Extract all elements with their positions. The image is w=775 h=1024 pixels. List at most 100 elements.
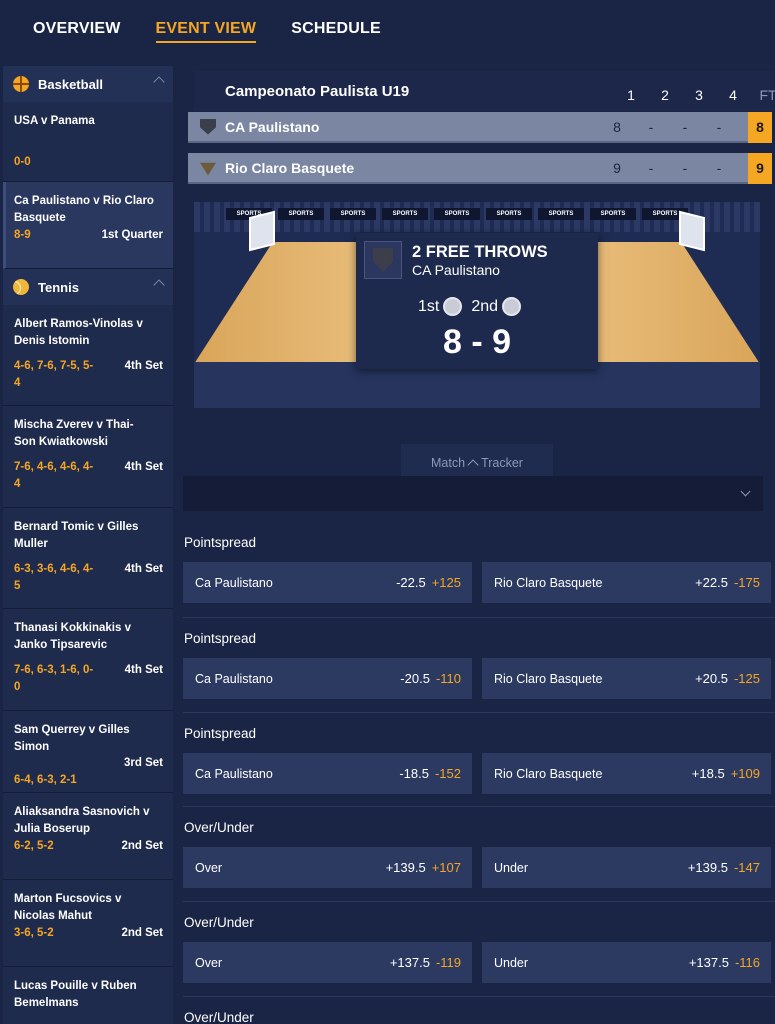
- sidebar-event[interactable]: Ca Paulistano v Rio Claro Basquete 8-9 1…: [3, 182, 173, 269]
- scoreboard: Campeonato Paulista U19 1 2 3 4 FT CA Pa…: [188, 71, 775, 184]
- event-score: 7-6, 6-3, 1-6, 0-0: [14, 664, 94, 693]
- top-nav: OVERVIEW EVENT VIEW SCHEDULE: [0, 0, 775, 60]
- bet-odds: -147: [733, 860, 760, 875]
- basketball-icon: [13, 76, 29, 92]
- court-floor-left: [194, 242, 369, 364]
- market-title: Pointspread: [184, 726, 257, 741]
- team-crest-icon: [200, 118, 216, 135]
- period-columns: 1 2 3 4 FT: [614, 87, 775, 103]
- bet-button[interactable]: Ca Paulistano -18.5 -152: [183, 753, 472, 794]
- market-select-dropdown[interactable]: [183, 476, 763, 511]
- half-label: 1st: [418, 297, 440, 315]
- bet-odds: -125: [733, 671, 760, 686]
- bet-button[interactable]: Over +137.5 -119: [183, 942, 472, 983]
- bet-odds: +107: [431, 860, 461, 875]
- sport-header-tennis[interactable]: Tennis: [3, 269, 173, 305]
- sidebar-event[interactable]: Sam Querrey v Gilles Simon 6-4, 6-3, 2-1…: [3, 711, 173, 793]
- bet-label: Ca Paulistano: [195, 766, 273, 781]
- quarter-score: -: [716, 119, 722, 135]
- sponsor-banner: SPORTS: [278, 208, 324, 220]
- tracker-label: Tracker: [481, 456, 523, 470]
- bet-button[interactable]: Ca Paulistano -20.5 -110: [183, 658, 472, 699]
- market: Over/Under Over +137.5 -119 Under +137.5…: [183, 901, 775, 996]
- team-crest-icon: [200, 162, 216, 176]
- bet-line: +22.5: [695, 575, 728, 590]
- sport-header-basketball[interactable]: Basketball: [3, 66, 173, 102]
- bet-button[interactable]: Rio Claro Basquete +18.5 +109: [482, 753, 771, 794]
- bet-button[interactable]: Under +139.5 -147: [482, 847, 771, 888]
- market: Pointspread Ca Paulistano -22.5 +125 Rio…: [183, 522, 775, 617]
- bet-label: Under: [494, 955, 529, 970]
- market: Over/Under Over +139.5 +107 Under +139.5…: [183, 806, 775, 901]
- bet-line: +139.5: [687, 860, 728, 875]
- league-title: Campeonato Paulista U19: [225, 82, 410, 100]
- sidebar-event[interactable]: Thanasi Kokkinakis v Janko Tipsarevic 7-…: [3, 609, 173, 711]
- bet-line: -22.5: [396, 575, 426, 590]
- tab-event-view[interactable]: EVENT VIEW: [155, 0, 257, 46]
- event-score: 6-3, 3-6, 4-6, 4-5: [14, 563, 94, 592]
- column-label: 2: [661, 87, 669, 103]
- sidebar-event[interactable]: Mischa Zverev v Thai-Son Kwiatkowski 7-6…: [3, 406, 173, 508]
- quarter-score: -: [682, 119, 688, 135]
- event-period: 4th Set: [124, 360, 163, 372]
- tab-overview[interactable]: OVERVIEW: [33, 0, 121, 46]
- bet-line: +137.5: [389, 955, 430, 970]
- tracker-label: Match: [431, 456, 466, 470]
- sponsor-banner: SPORTS: [434, 208, 480, 220]
- event-name: Bernard Tomic v Gilles Muller: [14, 521, 139, 550]
- event-period: 4th Set: [124, 461, 163, 473]
- backboard-left-icon: [249, 210, 275, 252]
- sidebar-event[interactable]: Bernard Tomic v Gilles Muller 6-3, 3-6, …: [3, 508, 173, 609]
- bet-label: Rio Claro Basquete: [494, 671, 603, 686]
- market-title: Pointspread: [184, 631, 257, 646]
- bet-odds: -119: [435, 955, 461, 970]
- bet-button[interactable]: Under +137.5 -116: [482, 942, 771, 983]
- match-tracker-toggle[interactable]: Match Tracker: [401, 444, 553, 476]
- market-title: Pointspread: [184, 535, 257, 550]
- sidebar-event[interactable]: Marton Fucsovics v Nicolas Mahut 3-6, 5-…: [3, 880, 173, 967]
- chevron-up-icon[interactable]: [153, 76, 165, 88]
- sponsor-banner: SPORTS: [330, 208, 376, 220]
- bet-line: +20.5: [695, 671, 728, 686]
- event-period: 3rd Set: [124, 757, 163, 769]
- bet-button[interactable]: Rio Claro Basquete +22.5 -175: [482, 562, 771, 603]
- final-score: 8: [748, 112, 772, 143]
- bet-line: +137.5: [688, 955, 729, 970]
- bet-button[interactable]: Rio Claro Basquete +20.5 -125: [482, 658, 771, 699]
- column-label: FT: [759, 87, 775, 103]
- live-event-panel: 2 FREE THROWS CA Paulistano 1st 2nd 8 - …: [356, 233, 598, 369]
- backboard-right-icon: [679, 210, 705, 252]
- column-label: 1: [627, 87, 635, 103]
- chevron-up-icon[interactable]: [153, 279, 165, 291]
- column-label: 3: [695, 87, 703, 103]
- sponsor-banner: SPORTS: [486, 208, 532, 220]
- final-score: 9: [748, 153, 772, 184]
- bet-label: Over: [195, 955, 223, 970]
- event-name: Albert Ramos-Vinolas v Denis Istomin: [14, 318, 143, 347]
- bet-odds: -116: [734, 955, 760, 970]
- event-name: Marton Fucsovics v Nicolas Mahut: [14, 893, 122, 922]
- sidebar-event[interactable]: Aliaksandra Sasnovich v Julia Boserup 6-…: [3, 793, 173, 880]
- event-score: 0-0: [14, 156, 31, 168]
- bet-odds: -110: [435, 671, 461, 686]
- tennis-ball-icon: [13, 279, 29, 295]
- sidebar-event[interactable]: Albert Ramos-Vinolas v Denis Istomin 4-6…: [3, 305, 173, 406]
- live-score: 8 - 9: [442, 323, 512, 361]
- chevron-up-icon: [467, 459, 479, 471]
- bet-button[interactable]: Over +139.5 +107: [183, 847, 472, 888]
- bet-label: Rio Claro Basquete: [494, 766, 603, 781]
- sidebar: Basketball USA v Panama 0-0 Ca Paulistan…: [3, 66, 173, 1024]
- bet-label: Under: [494, 860, 529, 875]
- bet-label: Rio Claro Basquete: [494, 575, 603, 590]
- team-name: CA Paulistano: [225, 118, 320, 135]
- event-name: Sam Querrey v Gilles Simon: [14, 724, 130, 753]
- bet-odds: -152: [434, 766, 461, 781]
- half-indicators: 1st 2nd: [418, 297, 530, 316]
- team-row-away: Rio Claro Basquete 9 - - - 9: [188, 153, 772, 184]
- tab-schedule[interactable]: SCHEDULE: [291, 0, 381, 46]
- bet-odds: +109: [730, 766, 760, 781]
- bet-button[interactable]: Ca Paulistano -22.5 +125: [183, 562, 472, 603]
- bet-odds: -175: [733, 575, 760, 590]
- sidebar-event[interactable]: Lucas Pouille v Ruben Bemelmans: [3, 967, 173, 1024]
- sidebar-event[interactable]: USA v Panama 0-0: [3, 102, 173, 182]
